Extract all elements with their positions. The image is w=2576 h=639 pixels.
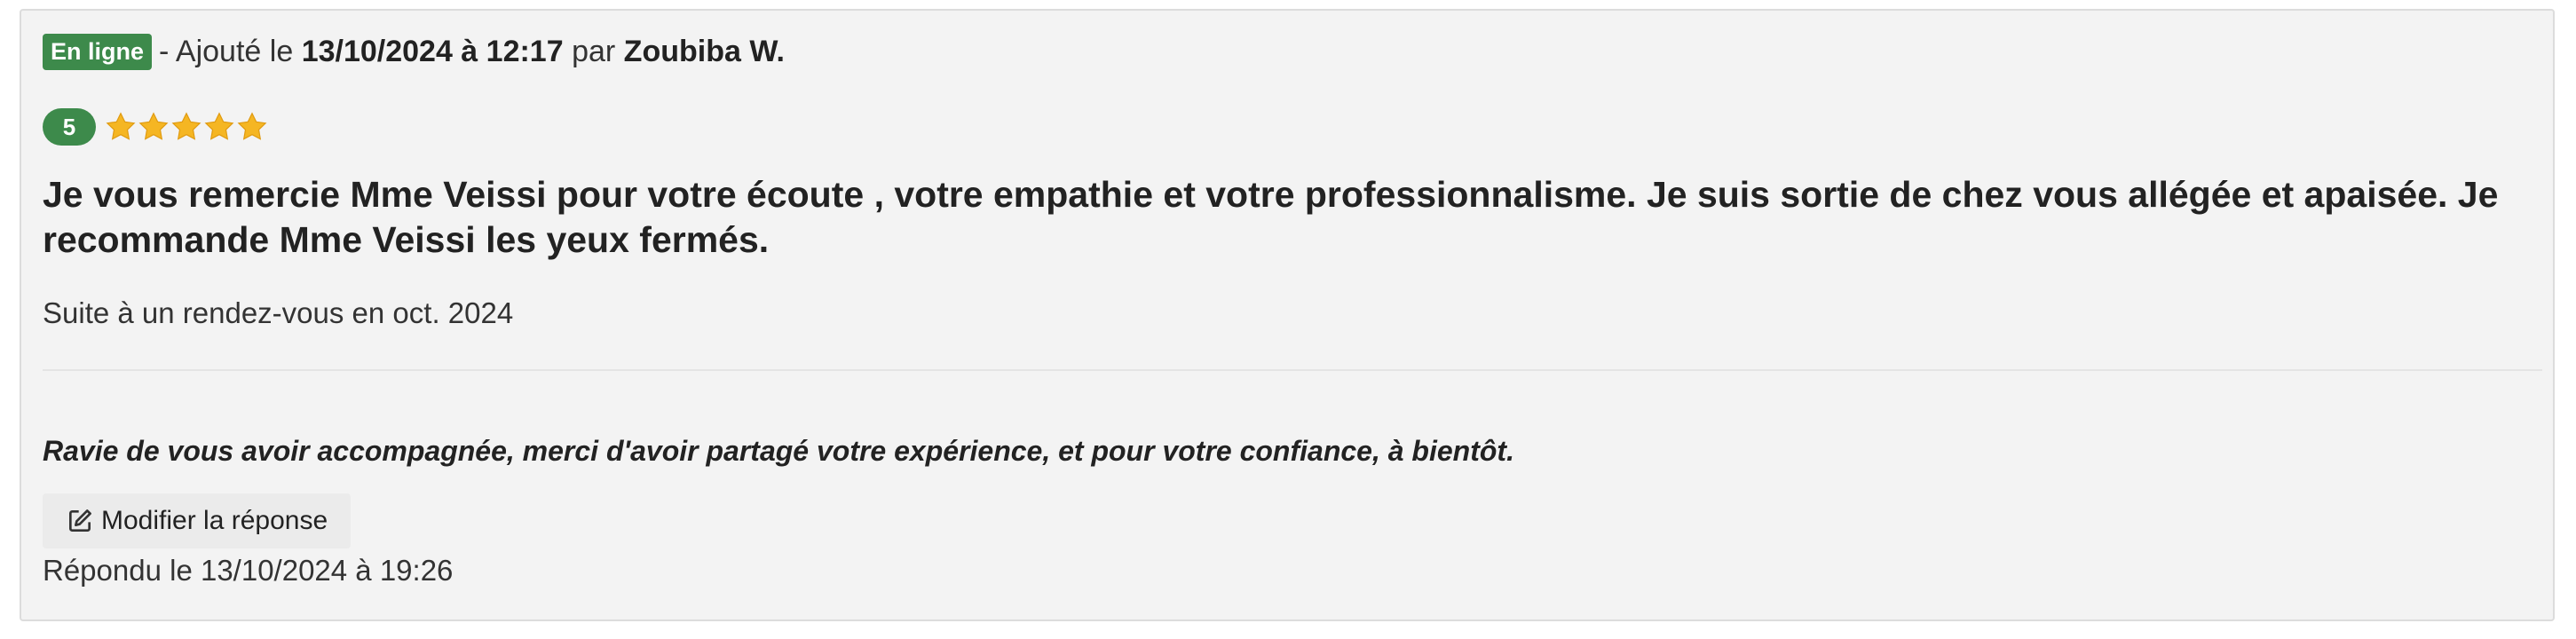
- divider: [43, 369, 2542, 371]
- rating-value-badge: 5: [43, 108, 96, 146]
- rating: 5: [43, 108, 269, 146]
- edit-icon: [69, 509, 91, 532]
- star-icon: [138, 112, 169, 140]
- online-badge: En ligne: [43, 34, 153, 70]
- star-rating: [105, 111, 269, 143]
- review-meta: En ligne - Ajouté le 13/10/2024 à 12:17 …: [43, 34, 785, 70]
- star-icon: [106, 112, 136, 140]
- added-datetime: 13/10/2024 à 12:17: [301, 35, 564, 68]
- replied-date: Répondu le 13/10/2024 à 19:26: [43, 554, 454, 587]
- response-text: Ravie de vous avoir accompagnée, merci d…: [43, 435, 1514, 467]
- by-label: par: [572, 35, 616, 68]
- star-icon: [237, 112, 267, 140]
- added-prefix: - Ajouté le: [159, 35, 294, 68]
- edit-response-label: Modifier la réponse: [101, 506, 328, 535]
- appointment-note: Suite à un rendez-vous en oct. 2024: [43, 296, 514, 329]
- star-icon: [171, 112, 201, 140]
- edit-response-button[interactable]: Modifier la réponse: [43, 493, 352, 548]
- author-name: Zoubiba W.: [623, 35, 785, 68]
- star-icon: [204, 112, 234, 140]
- review-card: En ligne - Ajouté le 13/10/2024 à 12:17 …: [20, 9, 2555, 621]
- review-text: Je vous remercie Mme Veissi pour votre é…: [43, 174, 2499, 260]
